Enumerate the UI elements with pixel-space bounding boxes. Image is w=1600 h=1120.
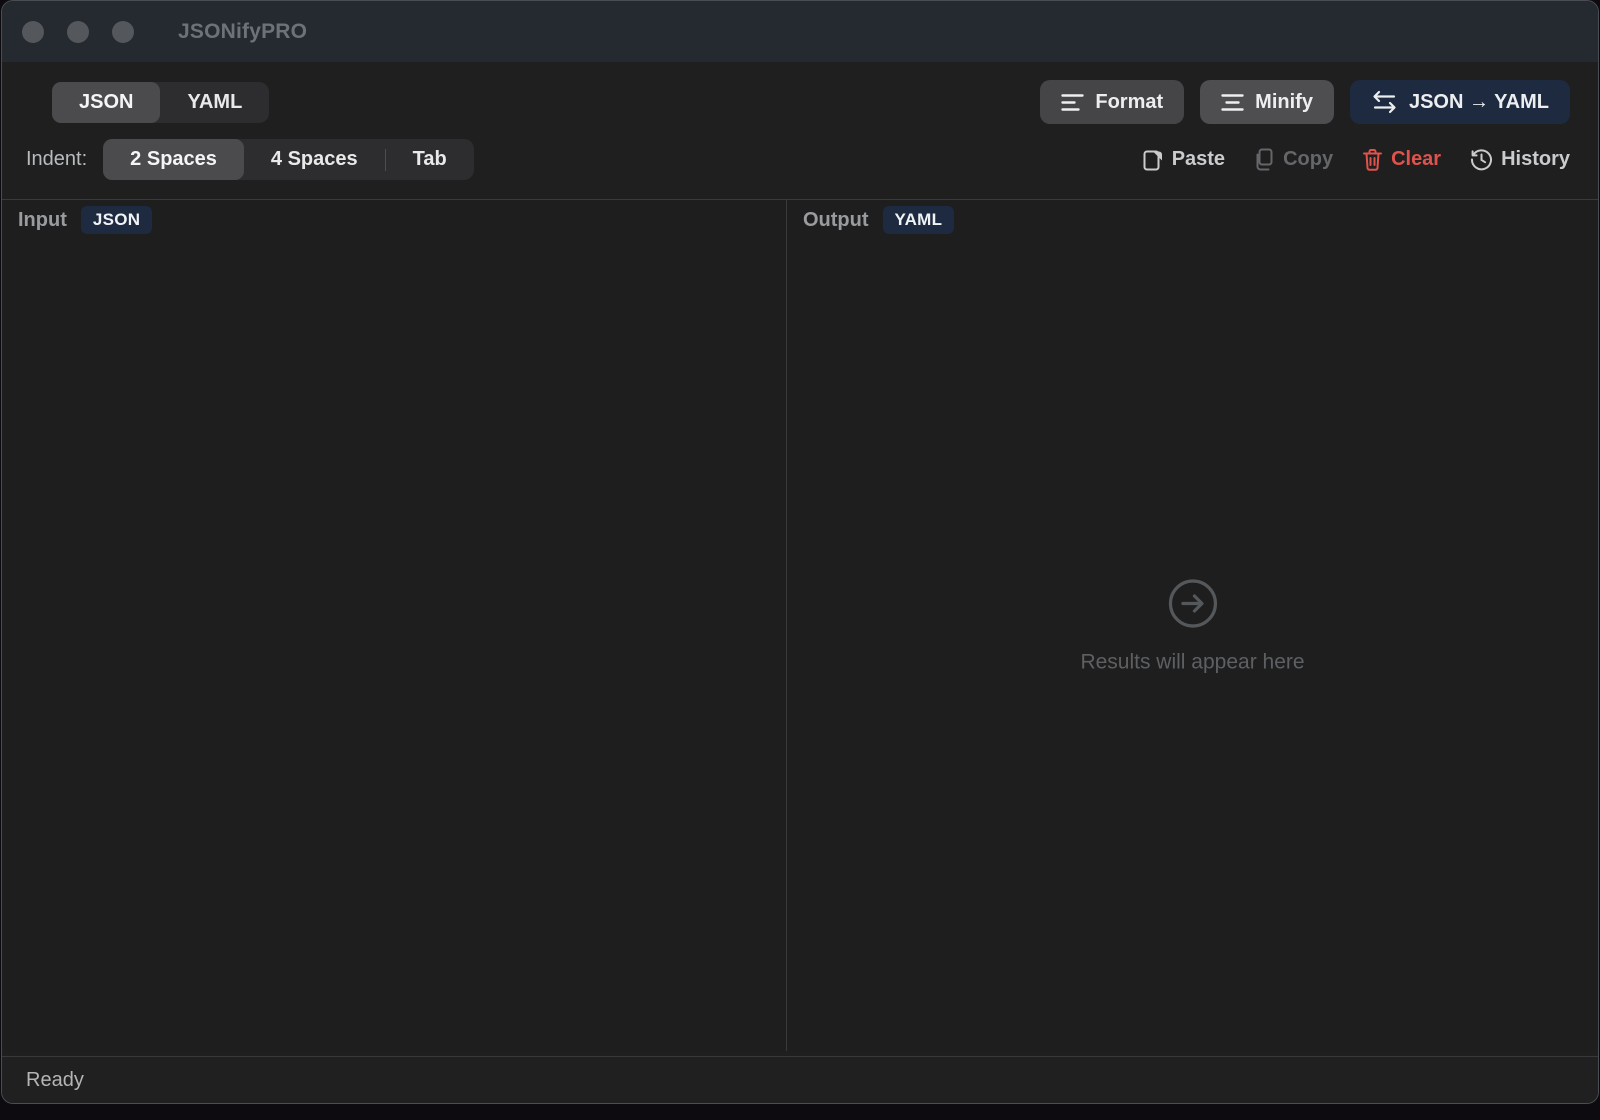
input-format-badge: JSON: [81, 206, 153, 234]
mode-tab-yaml[interactable]: YAML: [160, 82, 269, 123]
copy-icon: [1254, 148, 1275, 172]
input-pane-header: Input JSON: [18, 206, 152, 234]
toolbar: JSON YAML Format Minify: [2, 62, 1598, 124]
copy-button[interactable]: Copy: [1254, 148, 1333, 172]
output-format-badge: YAML: [883, 206, 955, 234]
history-button-label: History: [1501, 148, 1570, 171]
trash-icon: [1362, 148, 1383, 172]
indent-segmented-control: 2 Spaces 4 Spaces Tab: [103, 139, 474, 180]
compress-lines-icon: [1221, 93, 1244, 112]
paste-button[interactable]: Paste: [1143, 148, 1225, 172]
format-button-label: Format: [1095, 91, 1163, 114]
history-button[interactable]: History: [1470, 148, 1570, 171]
window-title: JSONifyPRO: [178, 20, 307, 44]
quick-actions: Paste Copy: [1143, 148, 1570, 172]
clock-history-icon: [1470, 148, 1493, 171]
zoom-window-button[interactable]: [112, 21, 134, 43]
indent-label: Indent:: [26, 148, 87, 171]
options-bar: Indent: 2 Spaces 4 Spaces Tab Paste: [2, 139, 1598, 180]
convert-button-label: JSON → YAML: [1409, 91, 1549, 114]
input-editor[interactable]: [2, 200, 786, 1051]
output-pane: Output YAML Results will appear here: [787, 200, 1598, 1051]
title-bar: JSONifyPRO: [2, 1, 1598, 62]
arrow-right-circle-icon: [1166, 577, 1218, 634]
status-bar: Ready: [2, 1056, 1598, 1103]
mode-segmented-control: JSON YAML: [52, 82, 269, 123]
input-pane: Input JSON: [2, 200, 787, 1051]
mode-tab-json[interactable]: JSON: [52, 82, 160, 123]
output-empty-state: Results will appear here: [1080, 577, 1304, 674]
app-window: JSONifyPRO JSON YAML Format: [1, 0, 1599, 1104]
indent-option-tab[interactable]: Tab: [386, 139, 474, 180]
swap-arrows-icon: [1371, 90, 1398, 114]
indent-group: Indent: 2 Spaces 4 Spaces Tab: [26, 139, 474, 180]
indent-option-2-spaces[interactable]: 2 Spaces: [103, 139, 244, 180]
toolbar-buttons: Format Minify: [1040, 80, 1570, 124]
format-button[interactable]: Format: [1040, 80, 1184, 124]
status-text: Ready: [26, 1069, 84, 1092]
minify-button-label: Minify: [1255, 91, 1313, 114]
copy-button-label: Copy: [1283, 148, 1333, 171]
traffic-lights: [2, 21, 134, 43]
minify-button[interactable]: Minify: [1200, 80, 1334, 124]
minimize-window-button[interactable]: [67, 21, 89, 43]
indent-option-4-spaces[interactable]: 4 Spaces: [244, 139, 385, 180]
paste-button-label: Paste: [1172, 148, 1225, 171]
input-pane-title: Input: [18, 209, 67, 232]
convert-button[interactable]: JSON → YAML: [1350, 80, 1570, 124]
close-window-button[interactable]: [22, 21, 44, 43]
editor-panes: Input JSON Output YAML Results will appe…: [2, 199, 1598, 1051]
clear-button-label: Clear: [1391, 148, 1441, 171]
output-pane-header: Output YAML: [803, 206, 954, 234]
output-pane-title: Output: [803, 209, 869, 232]
clear-button[interactable]: Clear: [1362, 148, 1441, 172]
output-placeholder-text: Results will appear here: [1080, 650, 1304, 674]
align-left-icon: [1061, 93, 1084, 112]
clipboard-icon: [1143, 148, 1164, 172]
